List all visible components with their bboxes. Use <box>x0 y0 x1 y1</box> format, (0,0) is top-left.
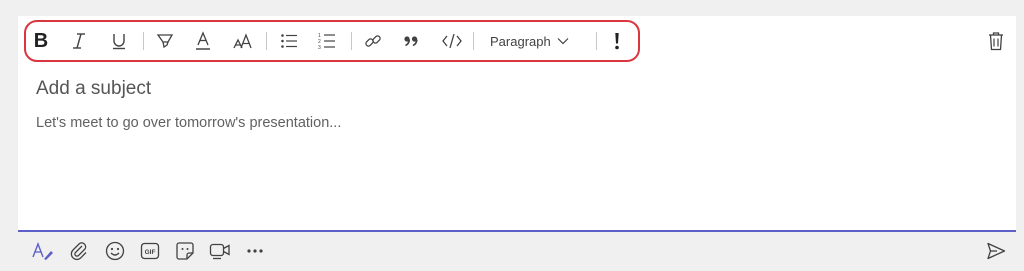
send-icon <box>987 242 1006 260</box>
sticker-icon <box>176 242 194 260</box>
attach-icon <box>70 242 87 261</box>
delete-button[interactable] <box>984 28 1008 54</box>
meet-now-button[interactable] <box>207 238 233 264</box>
toolbar-divider <box>143 32 144 50</box>
link-icon <box>365 35 381 47</box>
quote-icon <box>404 36 418 47</box>
chevron-down-icon <box>557 38 569 45</box>
emoji-icon <box>105 241 125 261</box>
emoji-button[interactable] <box>102 238 128 264</box>
italic-icon <box>73 33 85 49</box>
font-size-button[interactable] <box>229 26 257 56</box>
important-icon <box>615 33 619 50</box>
sticker-button[interactable] <box>172 238 198 264</box>
important-button[interactable] <box>606 26 628 56</box>
code-icon <box>442 33 462 49</box>
font-size-icon <box>233 33 252 49</box>
italic-button[interactable] <box>66 26 92 56</box>
font-color-button[interactable] <box>190 26 216 56</box>
more-options-button[interactable] <box>242 238 268 264</box>
toolbar-divider <box>596 32 597 50</box>
underline-icon <box>113 34 125 50</box>
more-options-icon <box>247 249 263 253</box>
bulleted-list-button[interactable] <box>276 26 302 56</box>
svg-text:3: 3 <box>318 45 321 50</box>
code-button[interactable] <box>438 26 466 56</box>
numbered-list-button[interactable]: 123 <box>314 26 340 56</box>
attach-button[interactable] <box>66 238 92 264</box>
meet-now-icon <box>209 243 230 260</box>
highlight-button[interactable] <box>152 26 178 56</box>
format-button[interactable] <box>30 238 56 264</box>
underline-button[interactable] <box>106 26 132 56</box>
svg-text:GIF: GIF <box>145 249 156 256</box>
bold-icon: B <box>33 29 49 52</box>
highlight-icon <box>156 34 174 49</box>
gif-icon: GIF <box>140 242 160 260</box>
toolbar-divider <box>266 32 267 50</box>
trash-icon <box>989 32 1003 51</box>
numbered-list-icon: 123 <box>318 33 335 50</box>
paragraph-style-dropdown[interactable]: Paragraph <box>490 26 569 56</box>
gif-button[interactable]: GIF <box>137 238 163 264</box>
bulleted-list-icon <box>281 34 297 48</box>
quote-button[interactable] <box>398 26 424 56</box>
send-button[interactable] <box>983 238 1009 264</box>
paragraph-style-label: Paragraph <box>490 33 551 49</box>
subject-input[interactable]: Add a subject <box>36 78 151 100</box>
toolbar-divider <box>351 32 352 50</box>
font-color-icon <box>196 31 210 50</box>
bold-button[interactable]: B <box>28 26 54 56</box>
message-body[interactable]: Let's meet to go over tomorrow's present… <box>36 115 341 131</box>
toolbar-divider <box>473 32 474 50</box>
format-icon <box>32 242 53 260</box>
link-button[interactable] <box>360 26 386 56</box>
